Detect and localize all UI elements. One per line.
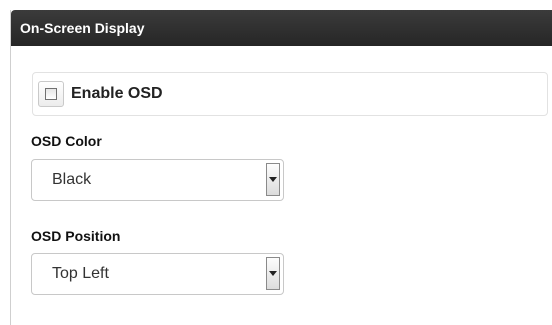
osd-position-value: Top Left [52, 265, 109, 282]
panel-title: On-Screen Display [11, 10, 552, 46]
osd-position-label: OSD Position [31, 228, 121, 244]
enable-osd-checkbox-frame[interactable] [38, 81, 64, 107]
enable-osd-row: Enable OSD [32, 72, 548, 116]
osd-color-value: Black [52, 171, 92, 188]
osd-color-label: OSD Color [31, 133, 102, 149]
enable-osd-label[interactable]: Enable OSD [71, 85, 163, 103]
enable-osd-checkbox[interactable] [45, 88, 57, 100]
chevron-down-icon[interactable] [266, 257, 280, 290]
osd-panel: On-Screen Display Enable OSD OSD Color B… [10, 10, 552, 325]
osd-position-select[interactable]: Top Left [31, 253, 284, 295]
osd-color-select[interactable]: Black [31, 159, 284, 201]
chevron-down-icon[interactable] [266, 163, 280, 196]
